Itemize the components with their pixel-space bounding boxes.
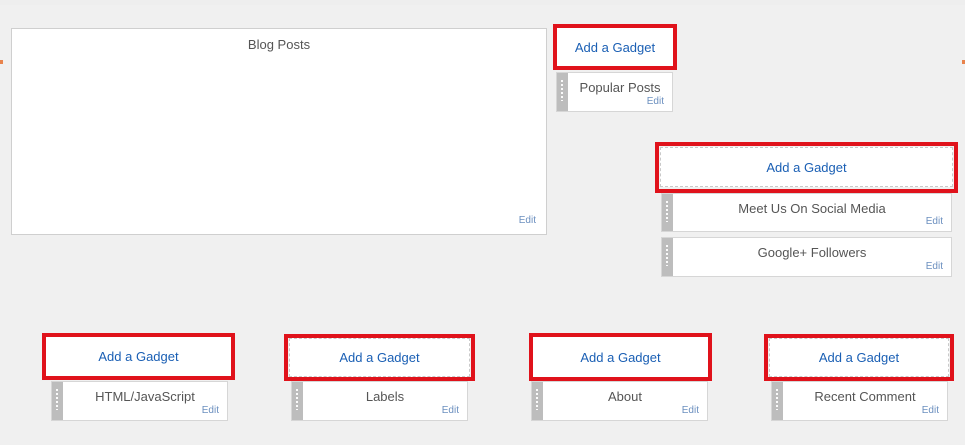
gadget-title: Popular Posts: [579, 80, 661, 95]
drag-handle-icon[interactable]: [292, 382, 303, 420]
add-gadget-button-footer-4[interactable]: Add a Gadget: [769, 338, 949, 377]
drag-handle-icon[interactable]: [772, 382, 783, 420]
gadget-recent-comment[interactable]: Recent Comment Edit: [771, 381, 948, 421]
add-gadget-button-footer-3[interactable]: Add a Gadget: [533, 337, 708, 377]
gadget-html-javascript[interactable]: HTML/JavaScript Edit: [51, 381, 228, 421]
gadget-edit-link[interactable]: Edit: [202, 405, 219, 416]
gadget-edit-link[interactable]: Edit: [926, 261, 943, 272]
gadget-edit-link[interactable]: Edit: [647, 96, 664, 107]
gadget-meet-us-on-social-media[interactable]: Meet Us On Social Media Edit: [661, 193, 952, 232]
gadget-labels[interactable]: Labels Edit: [291, 381, 468, 421]
gadget-title: About: [608, 389, 642, 404]
add-gadget-button-footer-2[interactable]: Add a Gadget: [289, 338, 470, 377]
drag-handle-icon[interactable]: [557, 73, 568, 111]
drag-handle-icon[interactable]: [532, 382, 543, 420]
drag-handle-icon[interactable]: [52, 382, 63, 420]
add-gadget-button-footer-1[interactable]: Add a Gadget: [46, 337, 231, 376]
left-edge-marker: [0, 60, 3, 64]
blog-posts-section[interactable]: Blog Posts Edit: [11, 28, 547, 235]
add-gadget-button-sidebar-right[interactable]: Add a Gadget: [660, 147, 953, 187]
page-top-edge: [0, 0, 965, 5]
add-gadget-button-sidebar-top[interactable]: Add a Gadget: [557, 28, 673, 66]
gadget-title: Google+ Followers: [757, 245, 867, 260]
gadget-edit-link[interactable]: Edit: [442, 405, 459, 416]
blog-posts-title: Blog Posts: [247, 37, 311, 52]
gadget-edit-link[interactable]: Edit: [926, 216, 943, 227]
gadget-title: Labels: [365, 389, 405, 404]
gadget-about[interactable]: About Edit: [531, 381, 708, 421]
gadget-google-plus-followers[interactable]: Google+ Followers Edit: [661, 237, 952, 277]
gadget-title: Recent Comment: [814, 389, 916, 404]
gadget-edit-link[interactable]: Edit: [682, 405, 699, 416]
blog-posts-edit-link[interactable]: Edit: [519, 215, 536, 226]
drag-handle-icon[interactable]: [662, 194, 673, 231]
drag-handle-icon[interactable]: [662, 238, 673, 276]
gadget-popular-posts[interactable]: Popular Posts Edit: [556, 72, 673, 112]
gadget-edit-link[interactable]: Edit: [922, 405, 939, 416]
gadget-title: HTML/JavaScript: [95, 389, 195, 404]
gadget-title: Meet Us On Social Media: [738, 201, 886, 216]
